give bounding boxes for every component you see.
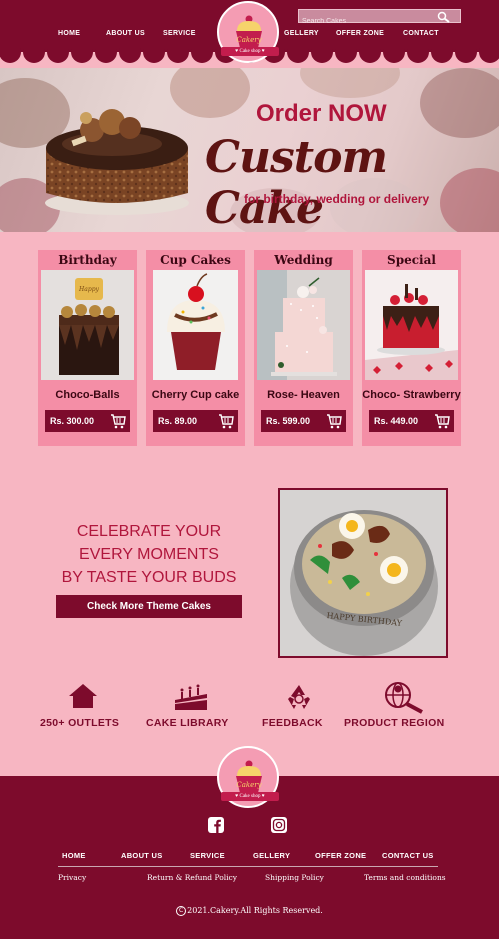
copyright: C 2021.Cakery.All Rights Reserved. (0, 906, 499, 916)
search-icon[interactable] (437, 11, 451, 23)
search-input[interactable] (299, 15, 439, 28)
hero-order-now: Order NOW (256, 100, 387, 127)
feature-cake-library[interactable]: CAKE LIBRARY (146, 717, 229, 729)
cart-icon[interactable] (326, 413, 342, 429)
logo-ribbon-text: Cake shop (239, 794, 261, 799)
cupcake-logo-icon: Cakery (236, 760, 263, 793)
birthday-cake-image: Happy (41, 270, 134, 380)
product-card-special[interactable]: Special Choco- Strawberry Rs. 449.00 (362, 250, 461, 446)
strawberry-cake-image (365, 270, 458, 380)
footer-link-refund[interactable]: Return & Refund Policy (147, 873, 237, 882)
footer-nav-about-us[interactable]: ABOUT US (121, 851, 163, 860)
card-price: Rs. 599.00 (266, 416, 311, 426)
card-name: Rose- Heaven (267, 389, 340, 401)
feature-product-region[interactable]: PRODUCT REGION (344, 717, 444, 729)
wedding-cake-image (257, 270, 350, 380)
logo-ribbon: ♥ Cake shop ♥ (221, 47, 279, 56)
home-icon[interactable] (68, 683, 98, 709)
logo-ribbon: ♥ Cake shop ♥ (221, 792, 279, 801)
nav-offer-zone[interactable]: OFFER ZONE (336, 30, 384, 37)
cherry-cupcake-image (153, 270, 238, 380)
footer-nav-offer-zone[interactable]: OFFER ZONE (315, 851, 366, 860)
add-to-cart-button[interactable]: Rs. 300.00 (45, 410, 130, 432)
search-box (298, 9, 461, 28)
nav-contact[interactable]: CONTACT (403, 30, 439, 37)
add-to-cart-button[interactable]: Rs. 449.00 (369, 410, 454, 432)
logo-text: Cakery (236, 781, 262, 789)
card-price: Rs. 300.00 (50, 416, 95, 426)
facebook-icon[interactable] (208, 817, 224, 833)
product-card-wedding[interactable]: Wedding Rose- Heaven Rs. 599.00 (254, 250, 353, 446)
card-price: Rs. 89.00 (158, 416, 198, 426)
cupcake-logo-icon: Cakery (236, 15, 263, 48)
card-category: Wedding (274, 253, 333, 267)
tagline-line-2: EVERY MOMENTS (79, 546, 219, 563)
logo-ribbon-text: Cake shop (239, 49, 261, 54)
logo-text: Cakery (236, 36, 262, 44)
celebrate-tagline: CELEBRATE YOUR EVERY MOMENTS BY TASTE YO… (56, 520, 242, 589)
product-card-birthday[interactable]: Birthday Happy Choco-Balls Rs. 300.00 (38, 250, 137, 446)
cart-icon[interactable] (110, 413, 126, 429)
recycle-icon[interactable] (284, 683, 314, 711)
feature-feedback[interactable]: FEEDBACK (262, 717, 323, 729)
nav-about-us[interactable]: ABOUT US (106, 30, 145, 37)
footer-nav-contact-us[interactable]: CONTACT US (382, 851, 434, 860)
card-name: Choco- Strawberry (362, 389, 461, 401)
footer-link-terms[interactable]: Terms and conditions (364, 873, 446, 882)
theme-cake-image: HAPPY BIRTHDAY (278, 488, 448, 658)
product-card-cupcakes[interactable]: Cup Cakes Cherry Cup cake Rs. 89.00 (146, 250, 245, 446)
copyright-text: 2021.Cakery.All Rights Reserved. (187, 906, 323, 915)
nav-service[interactable]: SERVICE (163, 30, 196, 37)
add-to-cart-button[interactable]: Rs. 599.00 (261, 410, 346, 432)
hero-subtitle: for birthday, wedding or delivery (244, 192, 430, 206)
footer-link-privacy[interactable]: Privacy (58, 873, 86, 882)
card-category: Birthday (58, 253, 117, 267)
cake-icon[interactable] (173, 684, 209, 712)
nav-home[interactable]: HOME (58, 30, 80, 37)
check-theme-cakes-button[interactable]: Check More Theme Cakes (56, 595, 242, 618)
footer-nav-gallery[interactable]: GELLERY (253, 851, 290, 860)
card-name: Cherry Cup cake (151, 389, 240, 401)
footer-nav-home[interactable]: HOME (62, 851, 86, 860)
card-name: Choco-Balls (55, 389, 120, 401)
hero-title: Custom Cake (205, 132, 388, 232)
tagline-line-3: BY TASTE YOUR BUDS (61, 569, 237, 586)
card-price: Rs. 449.00 (374, 416, 419, 426)
instagram-icon[interactable] (271, 817, 287, 833)
svg-text:Happy: Happy (78, 286, 99, 293)
header-logo[interactable]: Cakery ♥ Cake shop ♥ (217, 1, 279, 63)
globe-search-icon[interactable] (383, 680, 425, 714)
cart-icon[interactable] (434, 413, 450, 429)
feature-outlets[interactable]: 250+ OUTLETS (40, 717, 119, 729)
copyright-icon: C (176, 906, 187, 916)
tagline-line-1: CELEBRATE YOUR (76, 523, 222, 540)
hero-banner: Order NOW Custom Cake for birthday, wedd… (0, 68, 499, 232)
chocolate-cake-image (45, 109, 189, 215)
footer-nav-service[interactable]: SERVICE (190, 851, 225, 860)
card-category: Special (387, 253, 436, 267)
footer-link-shipping[interactable]: Shipping Policy (265, 873, 324, 882)
cart-icon[interactable] (218, 413, 234, 429)
card-category: Cup Cakes (160, 253, 231, 267)
footer-logo[interactable]: Cakery ♥ Cake shop ♥ (217, 746, 279, 808)
nav-gallery[interactable]: GELLERY (284, 30, 319, 37)
footer-divider (58, 866, 438, 867)
add-to-cart-button[interactable]: Rs. 89.00 (153, 410, 238, 432)
